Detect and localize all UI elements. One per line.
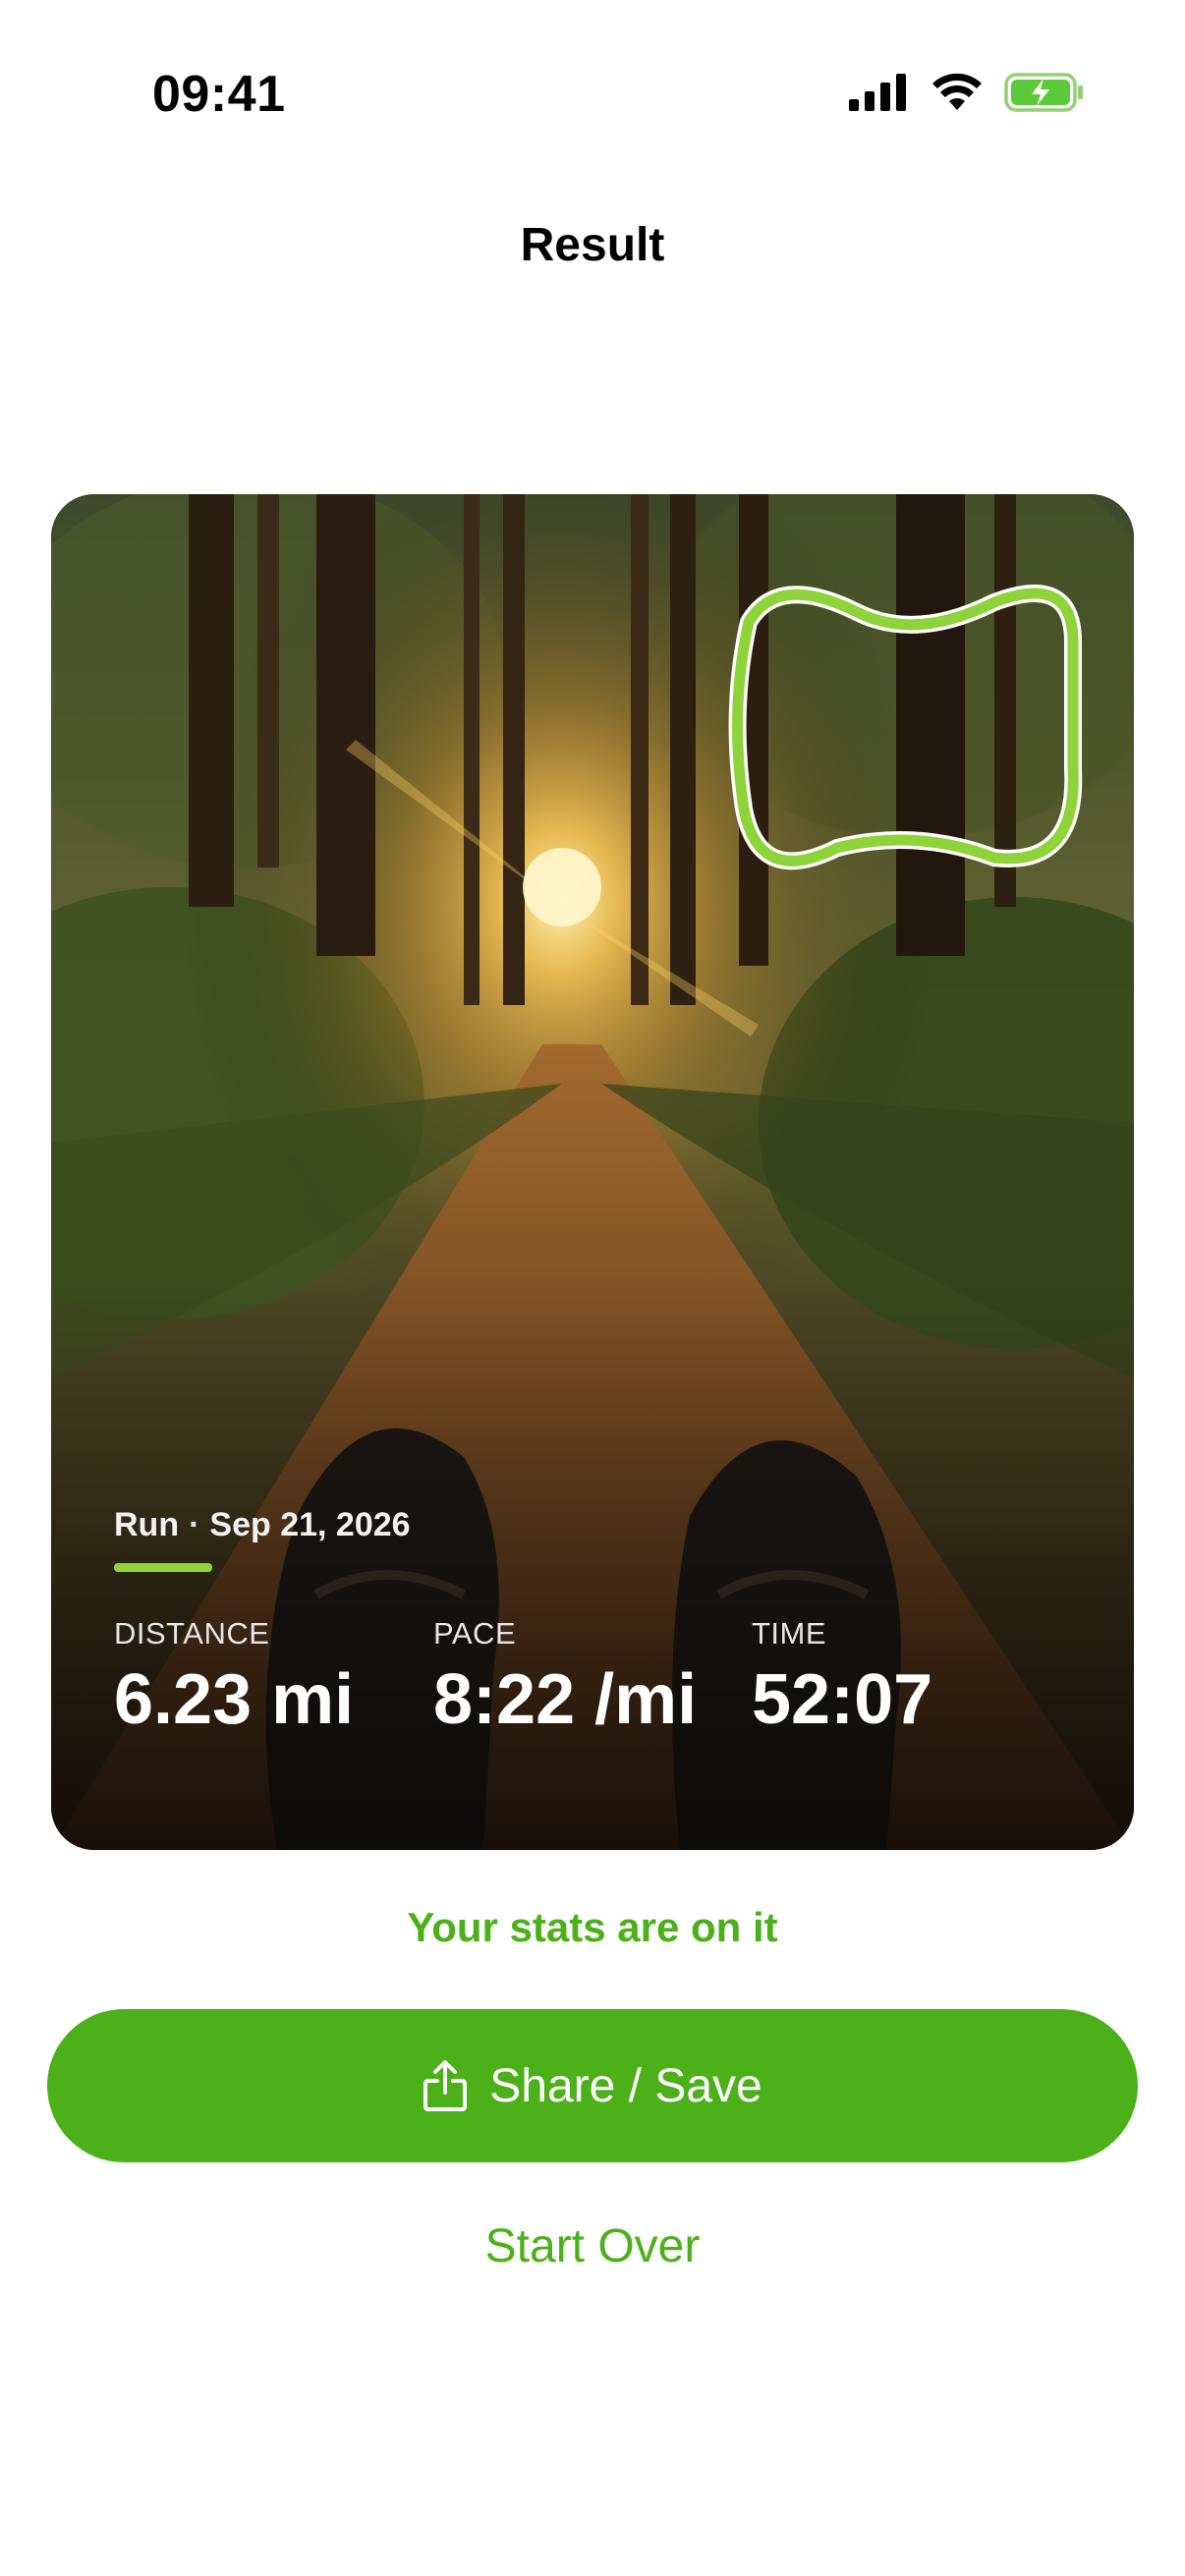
start-over-button[interactable]: Start Over xyxy=(0,2219,1185,2273)
share-icon xyxy=(423,2059,468,2112)
activity-line: Run · Sep 21, 2026 xyxy=(114,1506,411,1544)
status-icons xyxy=(849,73,1085,117)
share-save-button[interactable]: Share / Save xyxy=(47,2009,1138,2162)
accent-bar xyxy=(114,1563,212,1572)
stat-pace: PACE 8:22 /mi xyxy=(433,1616,697,1740)
status-bar: 09:41 xyxy=(0,0,1185,187)
battery-charging-icon xyxy=(1004,73,1085,117)
stats-overlay: Run · Sep 21, 2026 DISTANCE 6.23 mi PACE 8… xyxy=(51,494,1134,1850)
wifi-icon xyxy=(931,73,983,117)
stat-label: TIME xyxy=(752,1616,827,1651)
stat-value: 52:07 xyxy=(752,1660,933,1739)
page-title: Result xyxy=(520,219,665,271)
stats-caption: Your stats are on it xyxy=(407,1904,778,1950)
result-card: Run · Sep 21, 2026 DISTANCE 6.23 mi PACE 8… xyxy=(51,494,1134,1850)
stat-time: TIME 52:07 xyxy=(752,1616,932,1740)
share-save-label: Share / Save xyxy=(489,2059,762,2112)
cellular-signal-icon xyxy=(849,74,910,116)
stat-distance: DISTANCE 6.23 mi xyxy=(114,1616,354,1740)
stat-value: 8:22 /mi xyxy=(433,1660,698,1739)
stat-value: 6.23 mi xyxy=(114,1660,355,1739)
activity-separator: · xyxy=(189,1506,200,1543)
activity-date: Sep 21, 2026 xyxy=(209,1506,411,1543)
stat-label: DISTANCE xyxy=(114,1616,270,1651)
status-time: 09:41 xyxy=(152,66,286,123)
activity-type: Run xyxy=(114,1506,180,1543)
stat-label: PACE xyxy=(433,1616,517,1651)
